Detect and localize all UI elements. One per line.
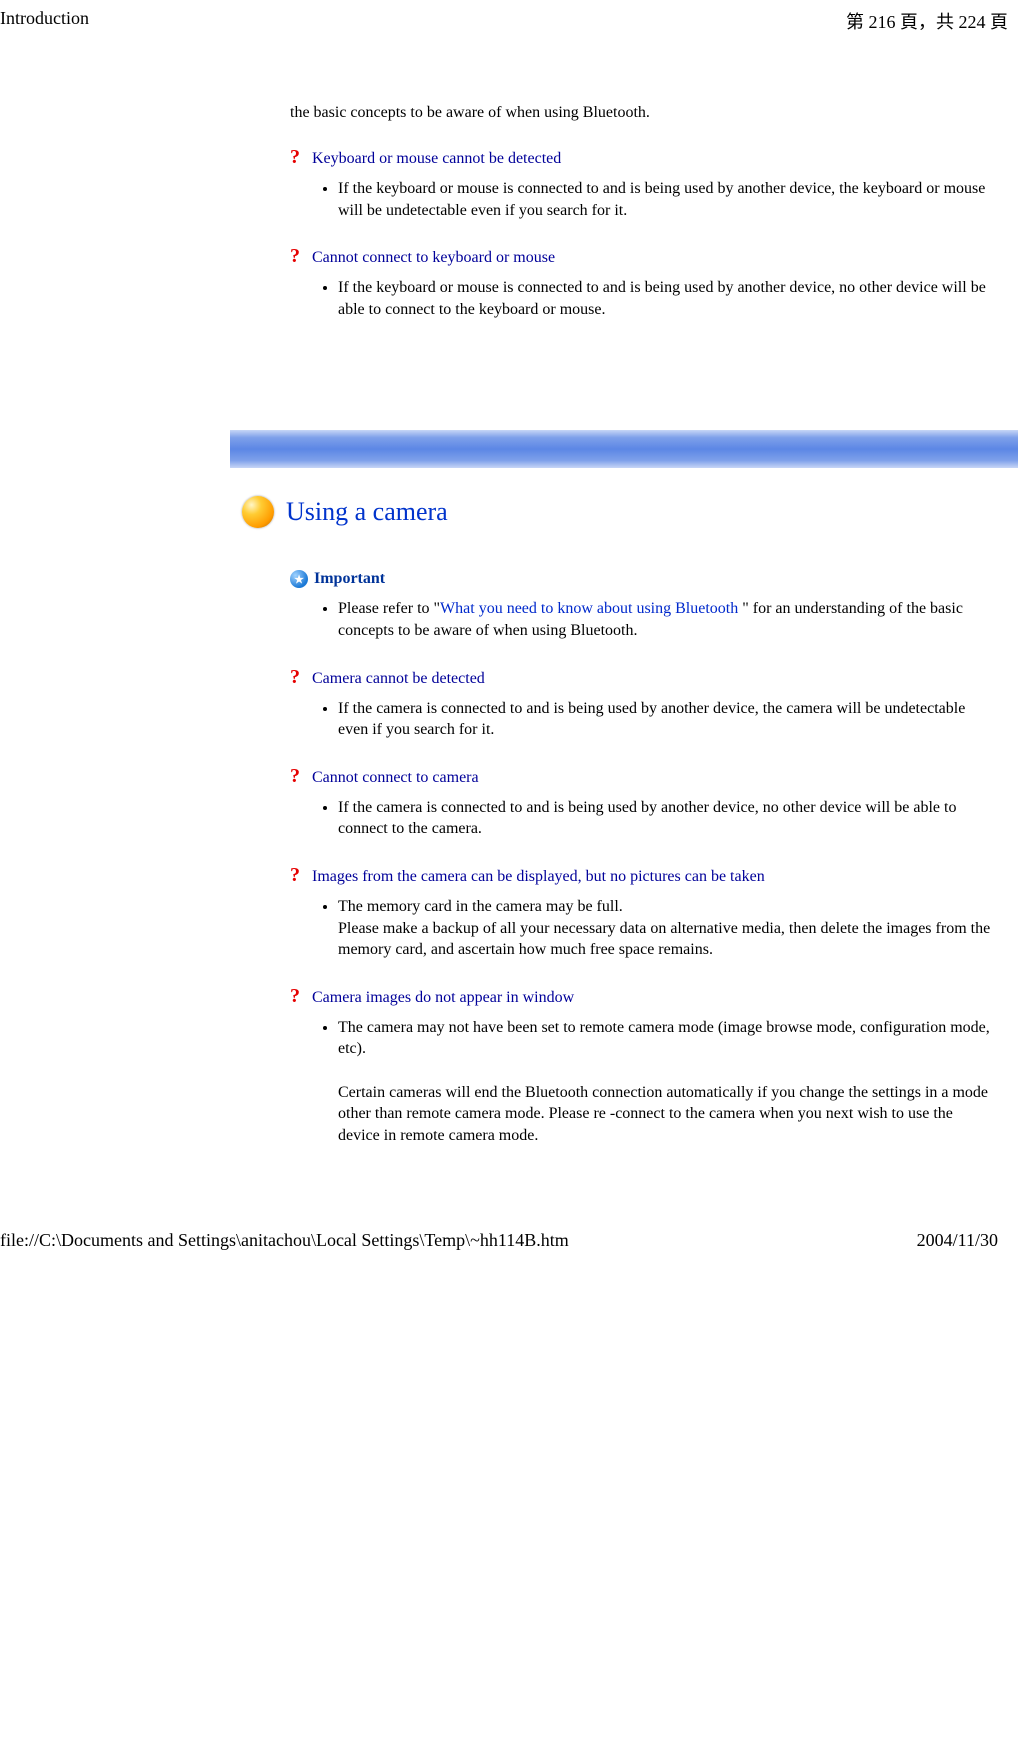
faq-title: Camera cannot be detected (312, 670, 485, 688)
faq-heading: ? Cannot connect to camera (290, 769, 998, 787)
faq-list: The memory card in the camera may be ful… (290, 896, 998, 961)
faq-heading: ? Camera cannot be detected (290, 670, 998, 688)
list-item: If the keyboard or mouse is connected to… (338, 178, 998, 221)
question-icon: ? (290, 989, 308, 1003)
list-item: The camera may not have been set to remo… (338, 1017, 998, 1147)
star-icon: ★ (290, 570, 308, 588)
page-footer: file://C:\Documents and Settings\anitach… (0, 1150, 1018, 1271)
section-heading: Using a camera (230, 468, 1018, 558)
faq-heading: ? Camera images do not appear in window (290, 989, 998, 1007)
faq-list: If the keyboard or mouse is connected to… (290, 178, 998, 221)
camera-block: ★ Important Please refer to "What you ne… (230, 570, 1018, 1146)
question-icon: ? (290, 868, 308, 882)
page-number: 第 216 頁，共 224 頁 (846, 8, 1008, 34)
footer-date: 2004/11/30 (917, 1230, 998, 1251)
faq-title: Keyboard or mouse cannot be detected (312, 150, 561, 168)
bluetooth-link[interactable]: What you need to know about using Blueto… (440, 600, 738, 617)
faq-title: Cannot connect to camera (312, 769, 479, 787)
list-item: If the camera is connected to and is bei… (338, 698, 998, 741)
faq-heading: ? Cannot connect to keyboard or mouse (290, 249, 998, 267)
page-title: Introduction (0, 8, 89, 34)
faq-list: If the camera is connected to and is bei… (290, 797, 998, 840)
important-label: Important (314, 570, 385, 588)
faq-title: Images from the camera can be displayed,… (312, 868, 765, 886)
section-title: Using a camera (286, 497, 448, 527)
list-item: The memory card in the camera may be ful… (338, 896, 998, 961)
important-list: Please refer to "What you need to know a… (290, 598, 998, 641)
faq-list: If the camera is connected to and is bei… (290, 698, 998, 741)
faq-list: If the keyboard or mouse is connected to… (290, 277, 998, 320)
list-item: If the camera is connected to and is bei… (338, 797, 998, 840)
list-item: Please refer to "What you need to know a… (338, 598, 998, 641)
question-icon: ? (290, 670, 308, 684)
question-icon: ? (290, 150, 308, 164)
faq-heading: ? Keyboard or mouse cannot be detected (290, 150, 998, 168)
list-item: If the keyboard or mouse is connected to… (338, 277, 998, 320)
footer-path: file://C:\Documents and Settings\anitach… (0, 1230, 569, 1251)
section-divider (230, 430, 1018, 468)
faq-title: Cannot connect to keyboard or mouse (312, 249, 555, 267)
faq-list: The camera may not have been set to remo… (290, 1017, 998, 1147)
page-header: Introduction 第 216 頁，共 224 頁 (0, 0, 1018, 34)
content-area: the basic concepts to be aware of when u… (0, 34, 1018, 1146)
faq-title: Camera images do not appear in window (312, 989, 574, 1007)
intro-line: the basic concepts to be aware of when u… (290, 104, 998, 122)
question-icon: ? (290, 249, 308, 263)
question-icon: ? (290, 769, 308, 783)
top-block: the basic concepts to be aware of when u… (230, 104, 1018, 320)
faq-heading: ? Images from the camera can be displaye… (290, 868, 998, 886)
important-heading: ★ Important (290, 570, 998, 588)
orb-icon (242, 496, 274, 528)
